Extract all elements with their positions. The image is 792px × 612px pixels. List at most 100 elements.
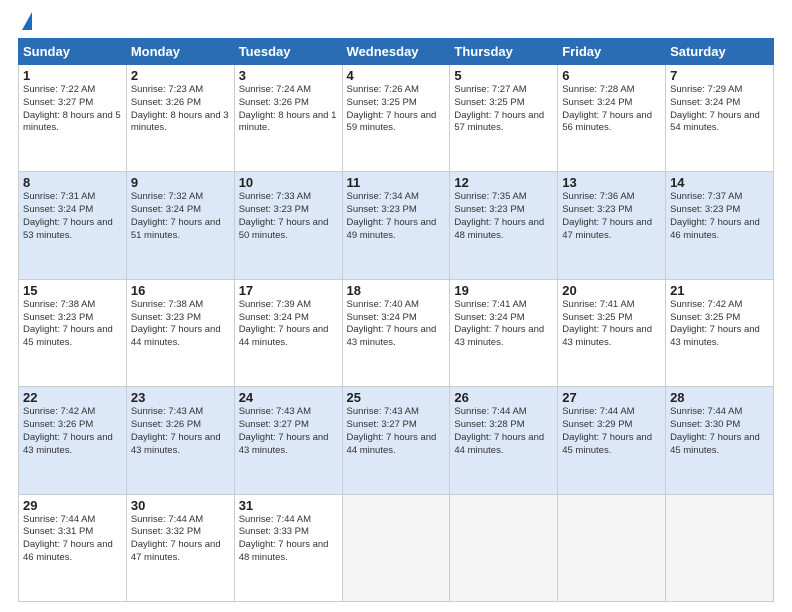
calendar-cell: 18Sunrise: 7:40 AMSunset: 3:24 PMDayligh… bbox=[342, 279, 450, 386]
calendar-cell: 5Sunrise: 7:27 AMSunset: 3:25 PMDaylight… bbox=[450, 65, 558, 172]
calendar-cell: 28Sunrise: 7:44 AMSunset: 3:30 PMDayligh… bbox=[666, 387, 774, 494]
day-info: Sunrise: 7:40 AMSunset: 3:24 PMDaylight:… bbox=[347, 299, 437, 348]
day-number: 14 bbox=[670, 175, 769, 190]
day-number: 16 bbox=[131, 283, 230, 298]
calendar-cell: 31Sunrise: 7:44 AMSunset: 3:33 PMDayligh… bbox=[234, 494, 342, 601]
day-info: Sunrise: 7:42 AMSunset: 3:25 PMDaylight:… bbox=[670, 299, 760, 348]
week-row-1: 1Sunrise: 7:22 AMSunset: 3:27 PMDaylight… bbox=[19, 65, 774, 172]
day-info: Sunrise: 7:41 AMSunset: 3:24 PMDaylight:… bbox=[454, 299, 544, 348]
day-number: 28 bbox=[670, 390, 769, 405]
calendar-cell: 19Sunrise: 7:41 AMSunset: 3:24 PMDayligh… bbox=[450, 279, 558, 386]
day-number: 9 bbox=[131, 175, 230, 190]
weekday-header-friday: Friday bbox=[558, 39, 666, 65]
day-info: Sunrise: 7:23 AMSunset: 3:26 PMDaylight:… bbox=[131, 84, 229, 133]
day-info: Sunrise: 7:42 AMSunset: 3:26 PMDaylight:… bbox=[23, 406, 113, 455]
day-number: 1 bbox=[23, 68, 122, 83]
calendar-cell: 27Sunrise: 7:44 AMSunset: 3:29 PMDayligh… bbox=[558, 387, 666, 494]
day-info: Sunrise: 7:44 AMSunset: 3:32 PMDaylight:… bbox=[131, 514, 221, 563]
day-info: Sunrise: 7:24 AMSunset: 3:26 PMDaylight:… bbox=[239, 84, 337, 133]
day-info: Sunrise: 7:44 AMSunset: 3:28 PMDaylight:… bbox=[454, 406, 544, 455]
day-info: Sunrise: 7:36 AMSunset: 3:23 PMDaylight:… bbox=[562, 191, 652, 240]
day-info: Sunrise: 7:44 AMSunset: 3:29 PMDaylight:… bbox=[562, 406, 652, 455]
day-info: Sunrise: 7:29 AMSunset: 3:24 PMDaylight:… bbox=[670, 84, 760, 133]
day-info: Sunrise: 7:26 AMSunset: 3:25 PMDaylight:… bbox=[347, 84, 437, 133]
day-info: Sunrise: 7:22 AMSunset: 3:27 PMDaylight:… bbox=[23, 84, 121, 133]
day-info: Sunrise: 7:44 AMSunset: 3:33 PMDaylight:… bbox=[239, 514, 329, 563]
calendar-cell: 20Sunrise: 7:41 AMSunset: 3:25 PMDayligh… bbox=[558, 279, 666, 386]
calendar-cell: 17Sunrise: 7:39 AMSunset: 3:24 PMDayligh… bbox=[234, 279, 342, 386]
day-number: 29 bbox=[23, 498, 122, 513]
calendar-cell: 15Sunrise: 7:38 AMSunset: 3:23 PMDayligh… bbox=[19, 279, 127, 386]
weekday-header-thursday: Thursday bbox=[450, 39, 558, 65]
day-number: 13 bbox=[562, 175, 661, 190]
weekday-header-saturday: Saturday bbox=[666, 39, 774, 65]
day-info: Sunrise: 7:32 AMSunset: 3:24 PMDaylight:… bbox=[131, 191, 221, 240]
calendar-cell: 6Sunrise: 7:28 AMSunset: 3:24 PMDaylight… bbox=[558, 65, 666, 172]
week-row-5: 29Sunrise: 7:44 AMSunset: 3:31 PMDayligh… bbox=[19, 494, 774, 601]
day-info: Sunrise: 7:35 AMSunset: 3:23 PMDaylight:… bbox=[454, 191, 544, 240]
calendar-cell: 12Sunrise: 7:35 AMSunset: 3:23 PMDayligh… bbox=[450, 172, 558, 279]
calendar-cell bbox=[342, 494, 450, 601]
calendar-cell: 9Sunrise: 7:32 AMSunset: 3:24 PMDaylight… bbox=[126, 172, 234, 279]
calendar-cell: 8Sunrise: 7:31 AMSunset: 3:24 PMDaylight… bbox=[19, 172, 127, 279]
day-info: Sunrise: 7:43 AMSunset: 3:26 PMDaylight:… bbox=[131, 406, 221, 455]
calendar-cell: 29Sunrise: 7:44 AMSunset: 3:31 PMDayligh… bbox=[19, 494, 127, 601]
calendar-cell: 25Sunrise: 7:43 AMSunset: 3:27 PMDayligh… bbox=[342, 387, 450, 494]
calendar-cell: 22Sunrise: 7:42 AMSunset: 3:26 PMDayligh… bbox=[19, 387, 127, 494]
week-row-3: 15Sunrise: 7:38 AMSunset: 3:23 PMDayligh… bbox=[19, 279, 774, 386]
day-number: 21 bbox=[670, 283, 769, 298]
day-info: Sunrise: 7:28 AMSunset: 3:24 PMDaylight:… bbox=[562, 84, 652, 133]
page: SundayMondayTuesdayWednesdayThursdayFrid… bbox=[0, 0, 792, 612]
calendar-cell: 14Sunrise: 7:37 AMSunset: 3:23 PMDayligh… bbox=[666, 172, 774, 279]
calendar-cell bbox=[450, 494, 558, 601]
day-number: 25 bbox=[347, 390, 446, 405]
day-number: 30 bbox=[131, 498, 230, 513]
day-number: 7 bbox=[670, 68, 769, 83]
calendar-cell: 4Sunrise: 7:26 AMSunset: 3:25 PMDaylight… bbox=[342, 65, 450, 172]
weekday-header-tuesday: Tuesday bbox=[234, 39, 342, 65]
day-number: 8 bbox=[23, 175, 122, 190]
day-number: 20 bbox=[562, 283, 661, 298]
day-number: 4 bbox=[347, 68, 446, 83]
day-info: Sunrise: 7:41 AMSunset: 3:25 PMDaylight:… bbox=[562, 299, 652, 348]
calendar-cell bbox=[558, 494, 666, 601]
day-number: 22 bbox=[23, 390, 122, 405]
calendar-cell: 16Sunrise: 7:38 AMSunset: 3:23 PMDayligh… bbox=[126, 279, 234, 386]
day-number: 23 bbox=[131, 390, 230, 405]
day-info: Sunrise: 7:43 AMSunset: 3:27 PMDaylight:… bbox=[239, 406, 329, 455]
day-number: 27 bbox=[562, 390, 661, 405]
calendar-cell: 11Sunrise: 7:34 AMSunset: 3:23 PMDayligh… bbox=[342, 172, 450, 279]
day-number: 19 bbox=[454, 283, 553, 298]
calendar-cell: 3Sunrise: 7:24 AMSunset: 3:26 PMDaylight… bbox=[234, 65, 342, 172]
calendar-cell: 13Sunrise: 7:36 AMSunset: 3:23 PMDayligh… bbox=[558, 172, 666, 279]
day-number: 31 bbox=[239, 498, 338, 513]
day-info: Sunrise: 7:37 AMSunset: 3:23 PMDaylight:… bbox=[670, 191, 760, 240]
day-number: 18 bbox=[347, 283, 446, 298]
day-number: 12 bbox=[454, 175, 553, 190]
calendar-cell: 26Sunrise: 7:44 AMSunset: 3:28 PMDayligh… bbox=[450, 387, 558, 494]
calendar-cell: 1Sunrise: 7:22 AMSunset: 3:27 PMDaylight… bbox=[19, 65, 127, 172]
day-number: 2 bbox=[131, 68, 230, 83]
day-number: 11 bbox=[347, 175, 446, 190]
week-row-2: 8Sunrise: 7:31 AMSunset: 3:24 PMDaylight… bbox=[19, 172, 774, 279]
day-info: Sunrise: 7:27 AMSunset: 3:25 PMDaylight:… bbox=[454, 84, 544, 133]
day-info: Sunrise: 7:33 AMSunset: 3:23 PMDaylight:… bbox=[239, 191, 329, 240]
logo bbox=[18, 16, 32, 30]
day-number: 17 bbox=[239, 283, 338, 298]
day-info: Sunrise: 7:39 AMSunset: 3:24 PMDaylight:… bbox=[239, 299, 329, 348]
weekday-header-wednesday: Wednesday bbox=[342, 39, 450, 65]
calendar-cell: 23Sunrise: 7:43 AMSunset: 3:26 PMDayligh… bbox=[126, 387, 234, 494]
calendar-cell: 7Sunrise: 7:29 AMSunset: 3:24 PMDaylight… bbox=[666, 65, 774, 172]
day-number: 5 bbox=[454, 68, 553, 83]
day-info: Sunrise: 7:31 AMSunset: 3:24 PMDaylight:… bbox=[23, 191, 113, 240]
weekday-header-row: SundayMondayTuesdayWednesdayThursdayFrid… bbox=[19, 39, 774, 65]
calendar-cell bbox=[666, 494, 774, 601]
weekday-header-sunday: Sunday bbox=[19, 39, 127, 65]
calendar-cell: 30Sunrise: 7:44 AMSunset: 3:32 PMDayligh… bbox=[126, 494, 234, 601]
calendar-cell: 24Sunrise: 7:43 AMSunset: 3:27 PMDayligh… bbox=[234, 387, 342, 494]
logo-triangle-icon bbox=[22, 12, 32, 30]
day-info: Sunrise: 7:44 AMSunset: 3:30 PMDaylight:… bbox=[670, 406, 760, 455]
day-number: 26 bbox=[454, 390, 553, 405]
day-info: Sunrise: 7:34 AMSunset: 3:23 PMDaylight:… bbox=[347, 191, 437, 240]
calendar-table: SundayMondayTuesdayWednesdayThursdayFrid… bbox=[18, 38, 774, 602]
